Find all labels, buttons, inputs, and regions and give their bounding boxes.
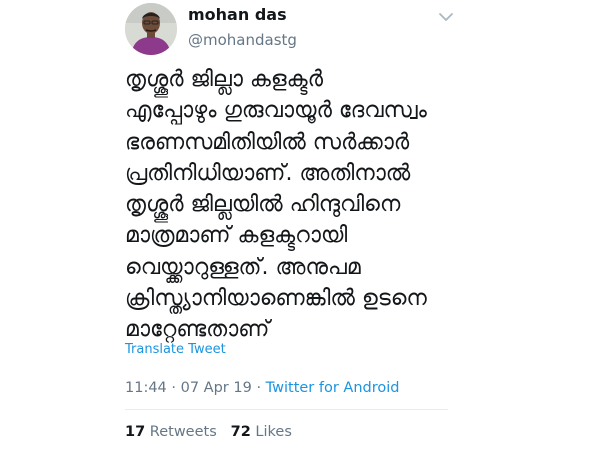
tweet-line: തൃശ്ശൂർ ജില്ലയിൽ ഹിന്ദുവിനെ [125, 192, 401, 218]
tweet-time[interactable]: 11:44 [125, 380, 167, 396]
tweet-line: ക്രിസ്ത്യാനിയാണെങ്കിൽ ഉടനെ [125, 286, 427, 312]
tweet-line: വെയ്ക്കാറുള്ളത്. അനുപമ [125, 254, 361, 280]
translate-tweet-link[interactable]: Translate Tweet [125, 342, 226, 357]
tweet-text: തൃശ്ശൂർ ജില്ലാ കളക്ടർ എപ്പോഴും ഗുരുവായൂർ… [125, 64, 465, 346]
avatar[interactable] [125, 3, 177, 55]
likes-label: Likes [255, 424, 292, 440]
likes-count: 72 [230, 424, 251, 440]
tweet-line: മാറ്റേണ്ടതാണ് [125, 317, 270, 343]
avatar-photo [125, 3, 177, 55]
tweet-line: തൃശ്ശൂർ ജില്ലാ കളക്ടർ [125, 67, 323, 92]
tweet-stats: 17 Retweets 72 Likes [125, 424, 292, 440]
tweet-line: മാത്രമാണ് കളക്ടറായി [125, 223, 348, 249]
tweet-line: പ്രതിനിധിയാണ്. അതിനാൽ [125, 160, 411, 186]
tweet-date[interactable]: 07 Apr 19 [181, 380, 252, 396]
tweet-source-link[interactable]: Twitter for Android [266, 380, 400, 396]
meta-separator: · [251, 380, 266, 396]
retweets-count: 17 [125, 424, 146, 440]
tweet-meta: 11:44 · 07 Apr 19 · Twitter for Android [125, 380, 400, 396]
retweets-stat[interactable]: 17 Retweets [125, 424, 217, 440]
author-handle[interactable]: @mohandastg [188, 31, 297, 49]
tweet-line: എപ്പോഴും ഗുരുവായൂർ ദേവസ്വം [125, 98, 427, 124]
tweet-line: ഭരണസമിതിയിൽ സർക്കാർ [125, 129, 410, 155]
meta-separator: · [166, 380, 181, 396]
author-name[interactable]: mohan das [188, 5, 287, 24]
retweets-label: Retweets [149, 424, 217, 440]
divider [125, 409, 448, 410]
chevron-down-icon[interactable] [438, 8, 454, 21]
likes-stat[interactable]: 72 Likes [231, 424, 292, 440]
